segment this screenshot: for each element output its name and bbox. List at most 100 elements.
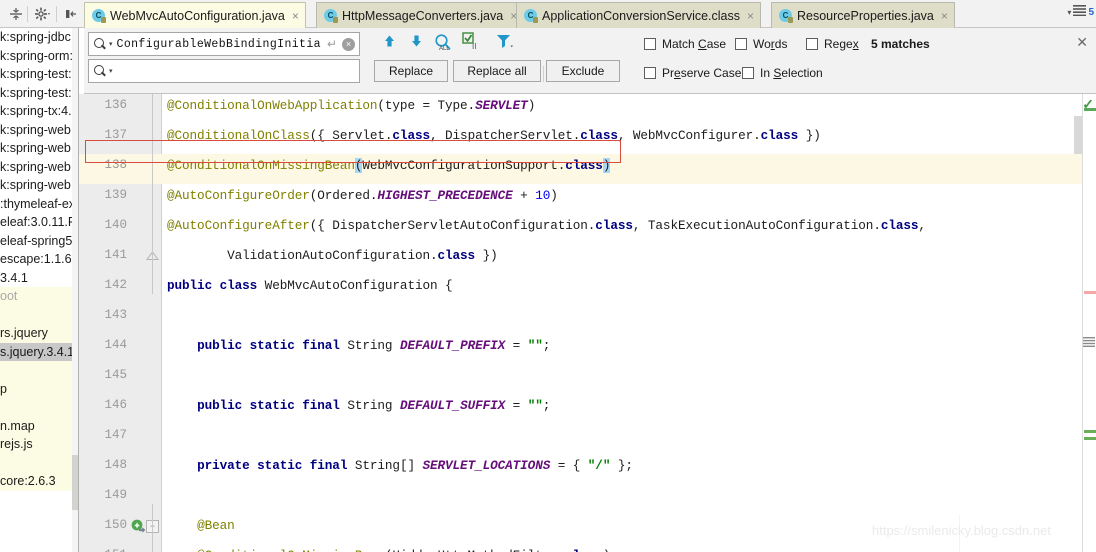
close-icon[interactable]: ×	[747, 9, 754, 23]
tree-item[interactable]: rejs.js	[0, 435, 78, 454]
line-number: 136	[79, 98, 127, 112]
preserve-case-checkbox[interactable]: Preserve Case	[644, 66, 741, 80]
tab-webmvcautoconfiguration[interactable]: C WebMvcAutoConfiguration.java ×	[84, 2, 306, 28]
find-replace-panel: ▾ ConfigurableWebBindingInitializer ↵ × …	[84, 28, 1096, 94]
tree-item[interactable]: core:2.6.3	[0, 472, 78, 491]
tab-applicationconversionservice[interactable]: C ApplicationConversionService.class ×	[516, 2, 761, 28]
tab-resourceproperties[interactable]: C ResourceProperties.java ×	[771, 2, 955, 28]
checkbox-box[interactable]	[742, 67, 754, 79]
editor-scrollbar-thumb[interactable]	[1074, 116, 1082, 154]
match-count-label: 5 matches	[871, 37, 930, 51]
tree-item[interactable]: k:spring-web:	[0, 121, 78, 140]
fold-guide-line	[152, 504, 153, 552]
line-number: 146	[79, 398, 127, 412]
tree-item[interactable]: n.map	[0, 417, 78, 436]
tree-item[interactable]: oot	[0, 287, 78, 306]
match-case-checkbox[interactable]: Match Case	[644, 37, 726, 51]
tree-item[interactable]: rs.jquery	[0, 324, 78, 343]
tree-item[interactable]	[0, 361, 78, 380]
tree-item[interactable]	[0, 306, 78, 325]
inspection-ok-icon[interactable]: ✓	[1082, 96, 1094, 113]
marker-stripe[interactable]	[1084, 291, 1096, 294]
tree-item[interactable]	[0, 398, 78, 417]
in-selection-checkbox[interactable]: In Selection	[742, 66, 823, 80]
java-class-icon: C	[92, 9, 105, 22]
tree-item[interactable]: k:spring-web:	[0, 139, 78, 158]
checkbox-box[interactable]	[644, 38, 656, 50]
fold-guide-line	[152, 94, 153, 294]
svg-text:ALL: ALL	[439, 46, 450, 52]
tab-httpmessageconverters[interactable]: C HttpMessageConverters.java ×	[316, 2, 524, 28]
arrow-up-icon[interactable]	[379, 34, 399, 54]
arrow-down-icon[interactable]	[406, 34, 426, 54]
java-class-icon: C	[324, 9, 337, 22]
tree-item[interactable]: escape:1.1.6.R	[0, 250, 78, 269]
editor-marker-bar[interactable]	[1082, 94, 1096, 552]
tree-item[interactable]: :thymeleaf-ex	[0, 195, 78, 214]
marker-stripe[interactable]	[1084, 437, 1096, 440]
tree-item[interactable]: k:spring-tx:4.3	[0, 102, 78, 121]
find-all-icon[interactable]: ALL	[433, 33, 455, 54]
spring-bean-icon[interactable]	[131, 519, 146, 534]
tab-label: ResourceProperties.java	[797, 9, 934, 23]
tree-item[interactable]: k:spring-web	[0, 176, 78, 195]
select-all-occurrences-icon[interactable]: II	[461, 32, 483, 53]
chevron-down-icon[interactable]: ▾	[109, 67, 113, 75]
settings-gear-icon[interactable]	[33, 4, 53, 24]
code-line[interactable]: ValidationAutoConfiguration.class })	[167, 248, 498, 263]
code-line[interactable]: public static final String DEFAULT_PREFI…	[167, 338, 550, 353]
clear-search-icon[interactable]: ×	[342, 38, 355, 51]
exclude-button[interactable]: Exclude	[546, 60, 620, 82]
code-line[interactable]: @ConditionalOnMissingBean(HiddenHttpMeth…	[167, 548, 610, 552]
code-line[interactable]: private static final String[] SERVLET_LO…	[167, 458, 633, 473]
tree-item[interactable]: 3.4.1	[0, 269, 78, 288]
chevron-down-icon[interactable]: ▾	[109, 40, 113, 48]
chevron-down-icon[interactable]: ▾	[1067, 8, 1071, 17]
close-icon[interactable]: ✕	[1076, 34, 1088, 51]
tree-item[interactable]: s.jquery.3.4.1	[0, 343, 78, 362]
search-input[interactable]: ▾ ConfigurableWebBindingInitializer ↵ ×	[88, 32, 360, 56]
regex-checkbox[interactable]: Regex	[806, 37, 859, 51]
tab-overflow-menu[interactable]: ▾ 5	[1067, 5, 1094, 19]
close-icon[interactable]: ×	[292, 9, 299, 23]
tree-item[interactable]: p	[0, 380, 78, 399]
replace-all-button[interactable]: Replace all	[453, 60, 541, 82]
watermark: https://smilenicky.blog.csdn.net	[872, 523, 1051, 538]
filter-icon[interactable]	[495, 33, 517, 54]
tree-item[interactable]: k:spring-web	[0, 158, 78, 177]
tree-item[interactable]: eleaf:3.0.11.RE	[0, 213, 78, 232]
code-line[interactable]: @AutoConfigureOrder(Ordered.HIGHEST_PREC…	[167, 188, 558, 203]
checkbox-box[interactable]	[644, 67, 656, 79]
line-number: 151	[79, 548, 127, 552]
code-line[interactable]: @AutoConfigureAfter({ DispatcherServletA…	[167, 218, 926, 233]
option-label: Preserve Case	[662, 66, 741, 80]
replace-button[interactable]: Replace	[374, 60, 448, 82]
line-number: 148	[79, 458, 127, 472]
hide-panel-icon[interactable]	[61, 4, 81, 24]
marker-stripe[interactable]	[1084, 430, 1096, 433]
editor-tab-bar: C WebMvcAutoConfiguration.java × C HttpM…	[84, 0, 1096, 28]
tree-item[interactable]: k:spring-orm:	[0, 47, 78, 66]
search-input-value: ConfigurableWebBindingInitializer	[117, 38, 322, 51]
checkbox-box[interactable]	[806, 38, 818, 50]
code-line[interactable]: public static final String DEFAULT_SUFFI…	[167, 398, 550, 413]
tree-item[interactable]: k:spring-jdbc	[0, 28, 78, 47]
tree-item[interactable]	[0, 454, 78, 473]
tab-list-icon[interactable]	[1083, 336, 1095, 350]
java-class-icon: C	[524, 9, 537, 22]
words-checkbox[interactable]: Words	[735, 37, 787, 51]
replace-input[interactable]: ▾	[88, 59, 360, 83]
replace-button-label: Replace	[389, 64, 433, 78]
tab-count: 5	[1088, 7, 1094, 18]
tab-list-icon[interactable]	[1073, 5, 1086, 19]
code-line[interactable]: public class WebMvcAutoConfiguration {	[167, 278, 453, 293]
code-line[interactable]: @Bean	[167, 518, 235, 533]
tree-item[interactable]: k:spring-test:	[0, 84, 78, 103]
code-line[interactable]: @ConditionalOnWebApplication(type = Type…	[167, 98, 535, 113]
tree-item[interactable]: eleaf-spring5:3	[0, 232, 78, 251]
collapse-all-icon[interactable]	[6, 4, 26, 24]
close-icon[interactable]: ×	[941, 9, 948, 23]
project-tree-panel[interactable]: k:spring-jdbck:spring-orm:k:spring-test:…	[0, 28, 78, 552]
checkbox-box[interactable]	[735, 38, 747, 50]
tree-item[interactable]: k:spring-test:	[0, 65, 78, 84]
